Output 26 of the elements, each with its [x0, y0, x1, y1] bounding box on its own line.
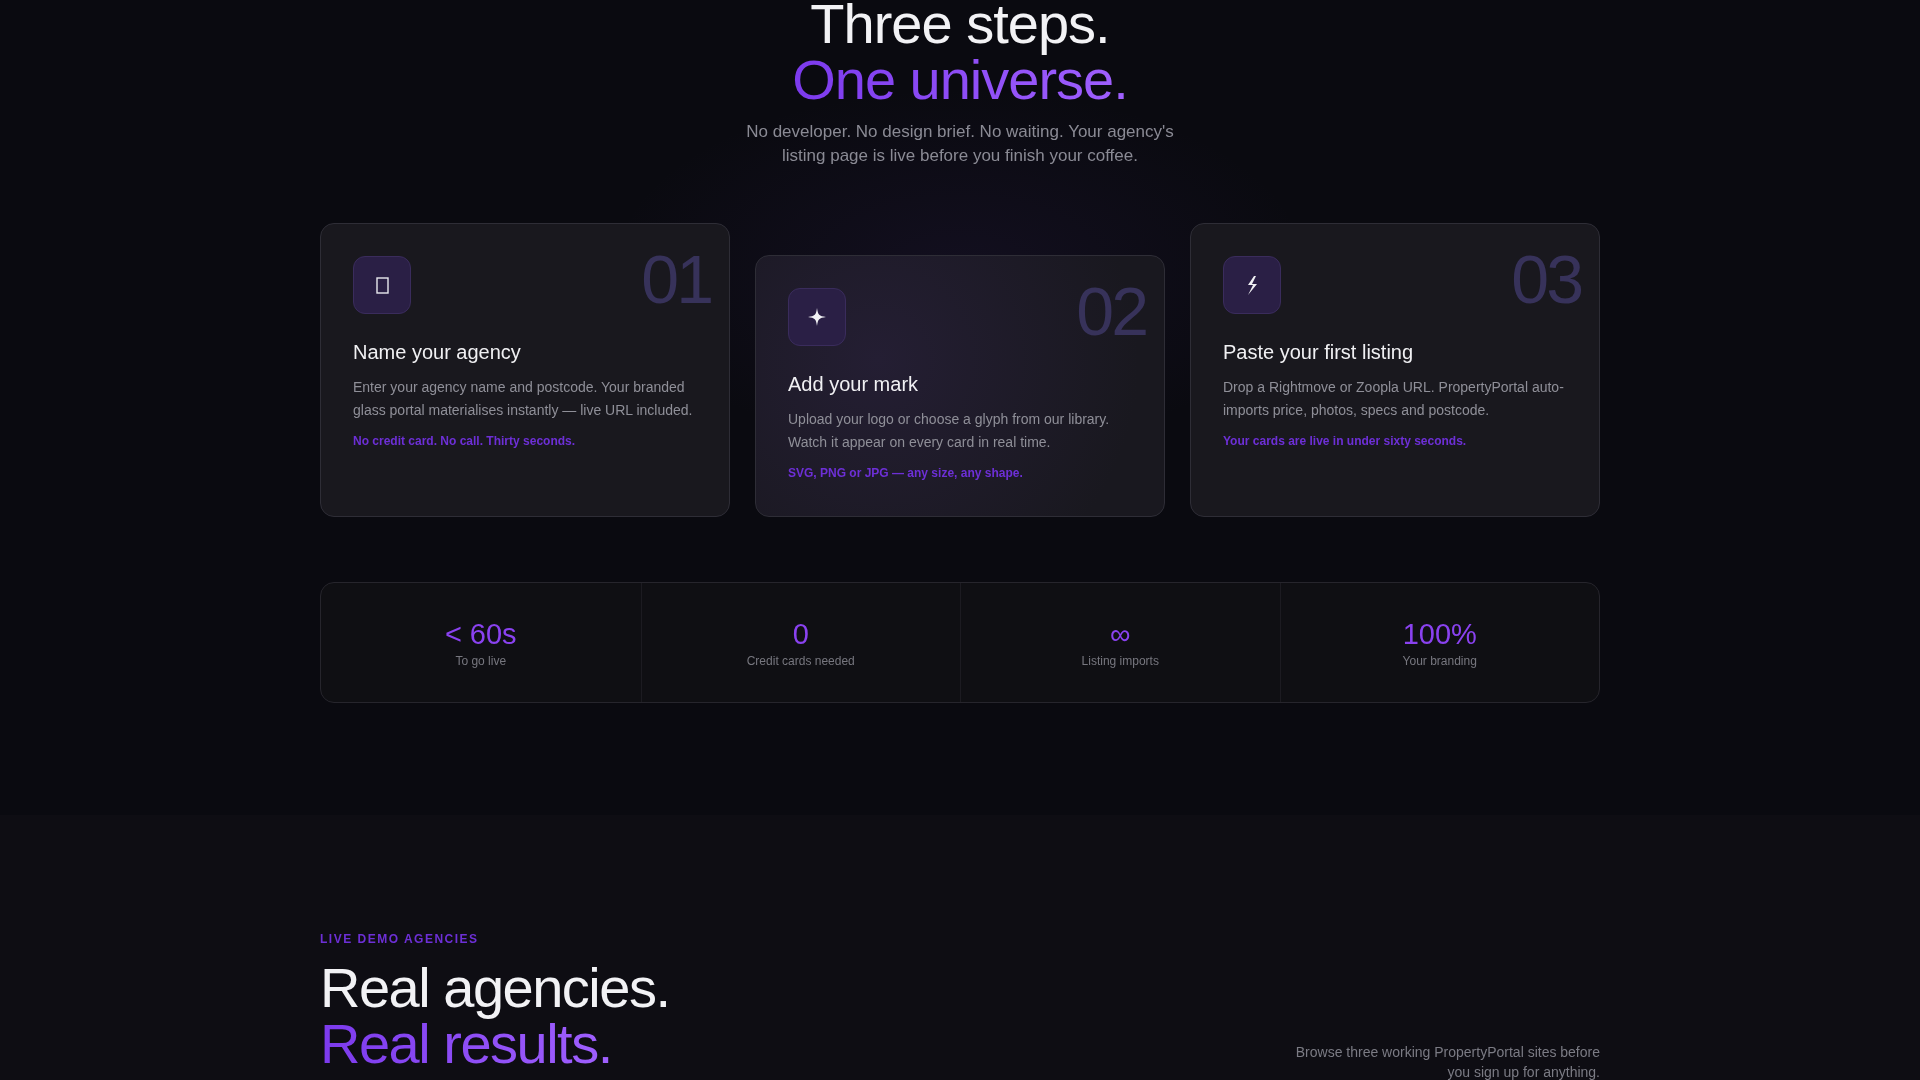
- square-icon: [375, 276, 389, 294]
- step-number: 03: [1511, 240, 1581, 318]
- stat-label: Listing imports: [1081, 654, 1159, 668]
- section-eyebrow: LIVE DEMO AGENCIES: [320, 932, 480, 946]
- stat-value: ∞: [1109, 617, 1131, 651]
- sparkle-icon: [808, 308, 826, 326]
- stat-label: To go live: [455, 654, 507, 668]
- lightning-icon: [1246, 275, 1258, 295]
- step-title: Add your mark: [788, 373, 920, 396]
- step-number: 02: [1076, 272, 1146, 350]
- step-note: SVG, PNG or JPG — any size, any shape.: [788, 466, 1024, 480]
- step-title: Name your agency: [353, 341, 522, 364]
- stat-value: 100%: [1402, 617, 1477, 651]
- hero-subtitle: No developer. No design brief. No waiting. Your agency's listing page is live before you finish your coffee.: [745, 121, 1175, 167]
- step-number: 01: [641, 240, 711, 318]
- stat-label: Credit cards needed: [746, 654, 855, 668]
- step-note: Your cards are live in under sixty seconds.: [1223, 434, 1468, 448]
- step-description: Enter your agency name and postcode. Your branded glass portal materialises instantly — live URL included.: [353, 378, 694, 420]
- section-description: Browse three working PropertyPortal sites before you sign up for anything.: [1294, 1043, 1600, 1080]
- step-note: No credit card. No call. Thirty seconds.: [353, 434, 577, 448]
- step-title: Paste your first listing: [1223, 341, 1415, 364]
- stat-label: Your branding: [1402, 654, 1477, 668]
- step-description: Drop a Rightmove or Zoopla URL. PropertyPortal auto-imports price, photos, specs and postcode.: [1223, 378, 1565, 420]
- stat-value: < 60s: [444, 617, 517, 651]
- step-description: Upload your logo or choose a glyph from our library. Watch it appear on every card in real time.: [788, 410, 1111, 452]
- stat-value: 0: [792, 617, 809, 651]
